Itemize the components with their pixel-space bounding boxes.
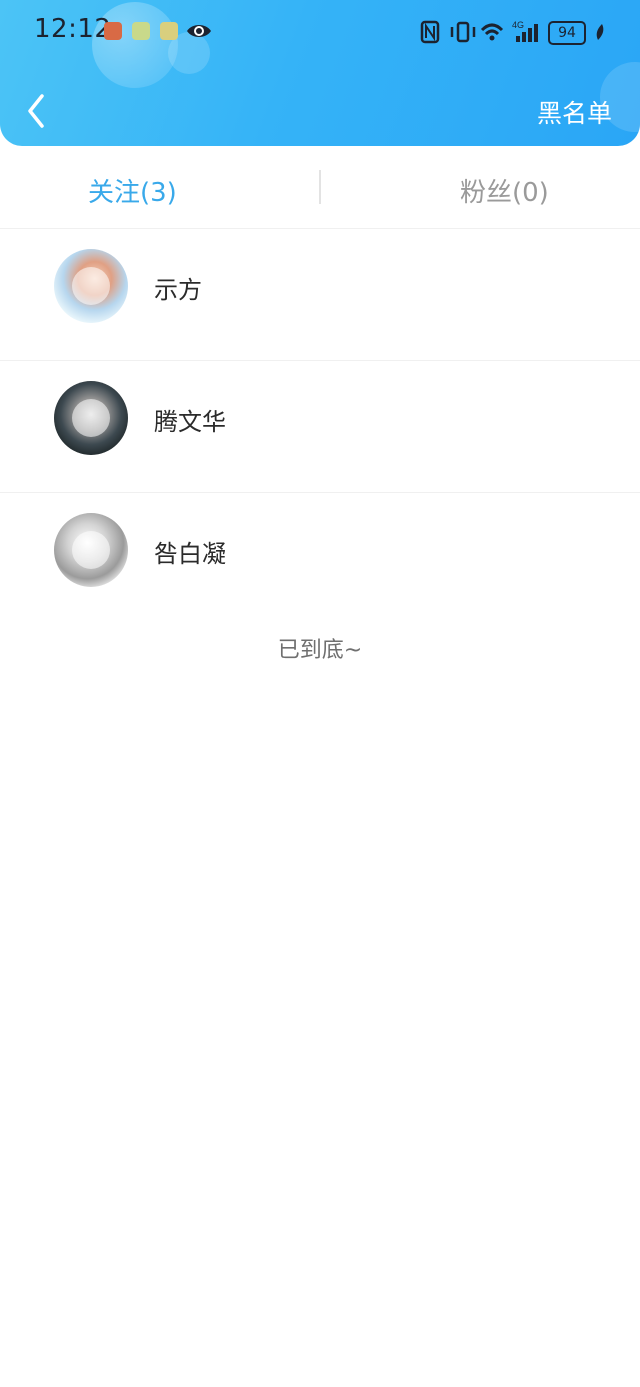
avatar-face [72,399,110,437]
system-status-icons: 4G [420,20,604,44]
status-bar: 12:12 4G 94 [0,0,640,64]
screen: 12:12 4G 94 黑名单 关注(3) 粉丝(0) 示方 腾文华 咎白凝 已… [0,0,640,1387]
battery-level: 94 [558,25,576,41]
user-name: 腾文华 [154,408,226,436]
svg-text:4G: 4G [512,20,524,30]
notification-app-icon [104,22,122,40]
end-of-list-text: 已到底~ [277,638,363,663]
back-button[interactable] [18,88,58,134]
user-name: 示方 [154,276,202,304]
list-item[interactable]: 咎白凝 [0,492,640,624]
tab-following[interactable]: 关注(3) [88,172,177,209]
battery-indicator: 94 [548,21,586,45]
notification-app-icon [132,22,150,40]
avatar [54,249,128,323]
blacklist-button[interactable]: 黑名单 [537,94,612,130]
avatar-face [72,531,110,569]
status-time: 12:12 [34,14,112,44]
avatar [54,381,128,455]
notification-app-icon [160,22,178,40]
tab-bar: 关注(3) 粉丝(0) [0,146,640,228]
tab-fans[interactable]: 粉丝(0) [460,172,549,209]
user-name: 咎白凝 [154,540,226,568]
eye-icon [187,25,211,37]
tab-divider [319,170,321,204]
list-item[interactable]: 腾文华 [0,360,640,492]
header-bar: 12:12 4G 94 黑名单 [0,0,640,146]
avatar-face [72,267,110,305]
list-item[interactable]: 示方 [0,228,640,360]
avatar [54,513,128,587]
following-list: 示方 腾文华 咎白凝 [0,228,640,624]
